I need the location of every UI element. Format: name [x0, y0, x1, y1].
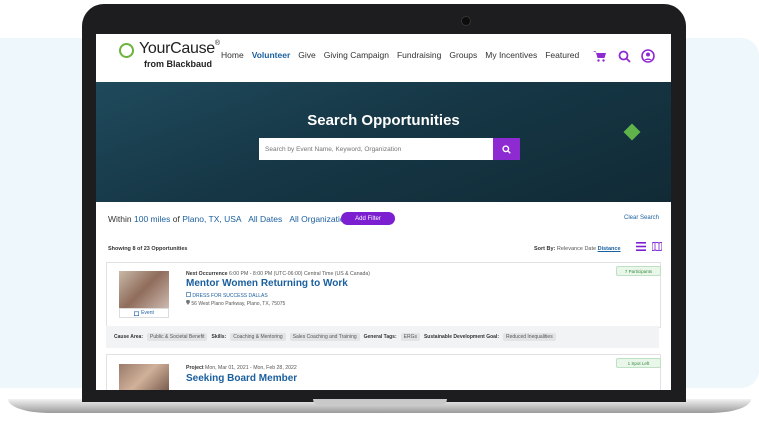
sort-option-relevance[interactable]: Relevance — [557, 246, 583, 252]
laptop-notch — [313, 399, 447, 405]
nav-item-giving-campaign[interactable]: Giving Campaign — [324, 50, 389, 60]
opportunity-type-badge: Event — [119, 308, 169, 318]
distance-filter[interactable]: 100 miles — [134, 214, 170, 224]
general-tags-label: General Tags: — [363, 334, 397, 340]
hero-banner: Search Opportunities — [96, 82, 671, 202]
user-icon[interactable] — [638, 46, 658, 66]
filter-within-label: Within — [108, 214, 132, 224]
results-count: Showing 8 of 23 Opportunities — [108, 246, 188, 252]
location-filter[interactable]: Plano, TX, USA — [182, 214, 241, 224]
clear-search-link[interactable]: Clear Search — [624, 215, 659, 221]
opportunity-address: 56 West Plano Parkway, Plano, TX, 75075 — [186, 299, 285, 307]
skill-chip[interactable]: Sales Coaching and Training — [289, 333, 360, 341]
logo-subtitle: from Blackbaud — [144, 59, 213, 69]
tag-bar: Cause Area: Public & Societal Benefit Sk… — [106, 326, 659, 348]
nav-item-home[interactable]: Home — [221, 50, 244, 60]
occurrence-info: Project Mon, Mar 01, 2021 - Mon, Feb 28,… — [186, 365, 297, 371]
hero-title: Search Opportunities — [307, 112, 460, 129]
view-toggle — [636, 242, 662, 251]
participants-badge: 7 Participants — [616, 266, 661, 276]
occurrence-info: Next Occurrence 6:00 PM - 8:00 PM (UTC-0… — [186, 271, 370, 277]
building-icon — [186, 292, 191, 297]
yourcause-logo-icon — [119, 43, 134, 58]
nav-item-fundraising[interactable]: Fundraising — [397, 50, 441, 60]
camera-icon — [461, 16, 471, 26]
search-icon — [502, 144, 511, 154]
calendar-icon — [134, 311, 140, 316]
search-icon[interactable] — [614, 46, 634, 66]
general-tag-chip[interactable]: ERGs — [400, 333, 420, 341]
sort-option-date[interactable]: Date — [584, 246, 596, 252]
main-menu: Home Volunteer Give Giving Campaign Fund… — [221, 50, 579, 60]
opportunity-image[interactable] — [119, 364, 169, 390]
cause-area-label: Cause Area: — [114, 334, 143, 340]
nav-item-groups[interactable]: Groups — [449, 50, 477, 60]
nav-item-my-incentives[interactable]: My Incentives — [485, 50, 537, 60]
sdg-label: Sustainable Development Goal: — [423, 334, 499, 340]
map-view-icon[interactable] — [652, 242, 662, 251]
opportunity-card[interactable] — [106, 354, 661, 390]
nav-item-give[interactable]: Give — [298, 50, 315, 60]
cause-area-chip[interactable]: Public & Societal Benefit — [147, 333, 208, 341]
opportunity-title[interactable]: Seeking Board Member — [186, 373, 297, 384]
filter-of-label: of — [172, 214, 180, 224]
sdg-chip[interactable]: Reduced Inequalities — [503, 333, 556, 341]
filter-bar: Within 100 miles of Plano, TX, USA All D… — [108, 214, 354, 224]
opportunity-title[interactable]: Mentor Women Returning to Work — [186, 278, 348, 289]
nav-item-volunteer[interactable]: Volunteer — [252, 50, 291, 60]
browser-screen: YourCause® from Blackbaud Home Volunteer… — [96, 34, 671, 390]
list-view-icon[interactable] — [636, 242, 646, 251]
logo-name[interactable]: YourCause® — [139, 40, 220, 58]
sort-by: Sort By: Relevance Date Distance — [534, 246, 621, 252]
add-filter-button[interactable]: Add Filter — [341, 212, 395, 225]
spots-left-badge: 1 Spot Left — [616, 358, 661, 368]
search-input[interactable] — [259, 138, 494, 160]
skill-chip[interactable]: Coaching & Mentoring — [230, 333, 286, 341]
date-filter[interactable]: All Dates — [248, 214, 282, 224]
sort-option-distance[interactable]: Distance — [598, 246, 621, 252]
sort-label: Sort By: — [534, 246, 556, 252]
organization-name[interactable]: DRESS FOR SUCCESS DALLAS — [186, 292, 268, 299]
search-button[interactable] — [493, 138, 520, 160]
cart-icon[interactable] — [590, 46, 610, 66]
nav-item-featured[interactable]: Featured — [545, 50, 579, 60]
skills-label: Skills: — [211, 334, 227, 340]
top-nav: YourCause® from Blackbaud Home Volunteer… — [96, 34, 671, 82]
location-pin-icon — [186, 299, 190, 305]
